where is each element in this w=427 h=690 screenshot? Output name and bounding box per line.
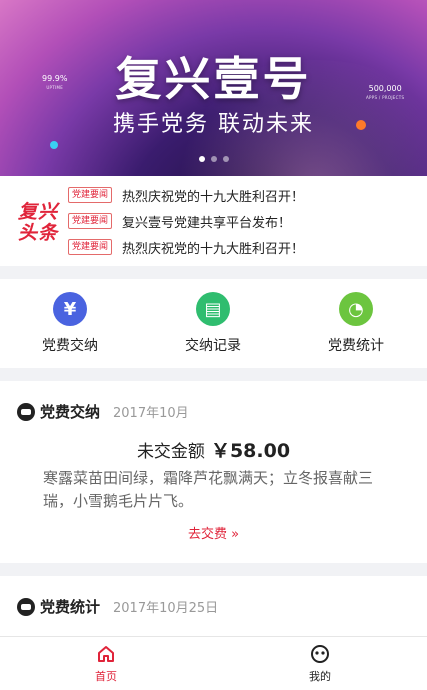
banner-title: 复兴壹号 [115, 52, 312, 106]
headline-tag: 党建要闻 [68, 213, 113, 229]
function-grid: ¥ 党费交纳 ▤ 交纳记录 ◔ 党费统计 [0, 279, 427, 368]
payment-poem: 寒露菜苗田间绿，霜降芦花飘满天；立冬报喜献三瑞，小雪鹅毛片片飞。 [43, 469, 374, 510]
wallet-icon [17, 402, 35, 421]
headline-item[interactable]: 党建要闻 复兴壹号党建共享平台发布！ [68, 212, 292, 231]
nav-home[interactable]: 首页 [66, 643, 146, 684]
nav-profile-label: 我的 [309, 670, 331, 683]
bottom-nav: 首页 我的 [0, 636, 427, 690]
nav-profile[interactable]: 我的 [280, 643, 360, 684]
headlines-logo: 复兴 头条 [18, 202, 62, 244]
banner-dot-cyan [50, 141, 58, 149]
stats-icon [17, 597, 35, 616]
carousel-dot[interactable] [211, 156, 217, 162]
stats-card-title: 党费统计 [40, 598, 101, 616]
profile-icon [280, 643, 360, 665]
headlines-logo-line1: 复兴 [18, 201, 59, 223]
func-payment-records-label: 交纳记录 [185, 338, 241, 354]
yen-icon: ¥ [53, 292, 87, 326]
carousel-dots [199, 156, 229, 162]
home-icon [66, 643, 146, 665]
headline-item[interactable]: 党建要闻 热烈庆祝党的十九大胜利召开！ [68, 238, 305, 257]
due-amount: ￥58.00 [210, 440, 291, 462]
pie-chart-icon: ◔ [339, 292, 373, 326]
headlines-panel: 复兴 头条 党建要闻 热烈庆祝党的十九大胜利召开！ 党建要闻 复兴壹号党建共享平… [0, 176, 427, 266]
carousel-dot[interactable] [199, 156, 205, 162]
func-payment-records[interactable]: ▤ 交纳记录 [158, 292, 268, 355]
go-pay-link[interactable]: 去交费 » [0, 523, 427, 542]
due-label: 未交金额 [136, 442, 205, 462]
func-dues-stats-label: 党费统计 [328, 338, 384, 354]
document-icon: ▤ [196, 292, 230, 326]
headline-tag: 党建要闻 [68, 187, 113, 203]
due-amount-row: 未交金额 ￥58.00 [0, 436, 427, 463]
headline-text: 复兴壹号党建共享平台发布！ [122, 215, 292, 231]
func-dues-stats[interactable]: ◔ 党费统计 [301, 292, 411, 355]
func-pay-dues[interactable]: ¥ 党费交纳 [15, 292, 125, 355]
stats-card-header: 党费统计 2017年10月25日 [17, 596, 218, 617]
payment-card-header: 党费交纳 2017年10月 [17, 401, 189, 422]
nav-home-label: 首页 [95, 670, 117, 683]
banner-carousel[interactable]: 99.9% UPTIME 500,000 APPS / PROJECTS 复兴壹… [0, 0, 427, 176]
headline-tag: 党建要闻 [68, 239, 113, 255]
headline-text: 热烈庆祝党的十九大胜利召开！ [122, 189, 305, 205]
stats-card: 党费统计 2017年10月25日 [0, 576, 427, 636]
payment-card-date: 2017年10月 [113, 406, 189, 421]
banner-subtitle: 携手党务 联动未来 [113, 112, 314, 137]
headline-item[interactable]: 党建要闻 热烈庆祝党的十九大胜利召开！ [68, 186, 305, 205]
func-pay-dues-label: 党费交纳 [42, 338, 98, 354]
headlines-logo-line2: 头条 [18, 222, 59, 244]
payment-card-title: 党费交纳 [40, 403, 101, 421]
stats-card-date: 2017年10月25日 [113, 601, 219, 616]
payment-card: 党费交纳 2017年10月 未交金额 ￥58.00 寒露菜苗田间绿，霜降芦花飘满天… [0, 381, 427, 563]
headline-text: 热烈庆祝党的十九大胜利召开！ [122, 241, 305, 257]
carousel-dot[interactable] [223, 156, 229, 162]
